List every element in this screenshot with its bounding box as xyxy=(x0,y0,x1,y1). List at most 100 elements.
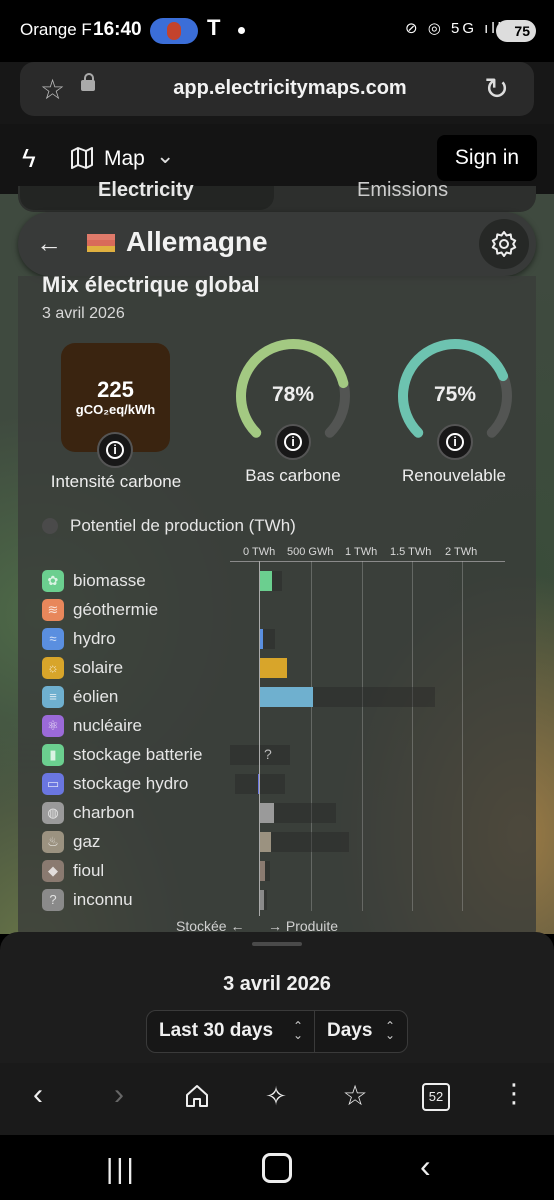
source-icon-glyph: ♨ xyxy=(47,834,59,849)
source-icon: ◆ xyxy=(42,860,64,882)
source-label: inconnu xyxy=(73,890,133,909)
source-icon-glyph: ✿ xyxy=(47,573,59,588)
source-icon: ▭ xyxy=(42,773,64,795)
source-label: fioul xyxy=(73,861,105,880)
select-divider xyxy=(314,1011,315,1052)
production-bar[interactable] xyxy=(260,803,274,823)
map-menu-label[interactable]: Map xyxy=(104,147,145,171)
source-label: biomasse xyxy=(73,571,146,590)
tabs-count-icon[interactable]: 52 xyxy=(422,1083,450,1111)
range-chevron-icon[interactable]: ⌃ ⌄ xyxy=(293,1020,303,1041)
range-select[interactable]: Last 30 days xyxy=(159,1020,273,1042)
source-icon: ☼ xyxy=(42,657,64,679)
forward-icon[interactable]: › xyxy=(99,1078,139,1112)
storage-capacity-bar xyxy=(230,745,260,765)
panel-title: Mix électrique global xyxy=(42,272,260,297)
source-icon-glyph: ≡ xyxy=(49,689,57,704)
recents-icon[interactable]: ||| xyxy=(106,1153,137,1185)
axis-baseline xyxy=(230,561,505,562)
source-icon-glyph: ☼ xyxy=(47,660,59,675)
lock-icon xyxy=(81,73,95,91)
notification-app-icon xyxy=(150,18,198,44)
axis-tick-0: 0 TWh xyxy=(243,546,276,558)
source-icon: ≡ xyxy=(42,686,64,708)
panel-date: 3 avril 2026 xyxy=(42,305,125,322)
source-icon-glyph: ◆ xyxy=(48,863,58,878)
renewable-info-icon[interactable]: i xyxy=(437,424,473,460)
signal-icons: ⊘ ◎ 5G ıll xyxy=(405,20,505,37)
selected-date: 3 avril 2026 xyxy=(223,973,331,995)
production-bar[interactable] xyxy=(260,571,272,591)
capacity-bar xyxy=(260,774,285,794)
home-nav-icon[interactable] xyxy=(262,1153,292,1183)
source-icon: ? xyxy=(42,889,64,911)
production-bar[interactable] xyxy=(260,658,287,678)
source-label: charbon xyxy=(73,803,135,822)
battery-icon: 75 xyxy=(496,20,536,42)
granularity-chevron-icon[interactable]: ⌃ ⌄ xyxy=(385,1020,395,1041)
source-icon-glyph: ▭ xyxy=(46,776,60,791)
production-bar[interactable] xyxy=(260,890,264,910)
source-label: stockage batterie xyxy=(73,745,203,764)
bolt-logo-icon[interactable]: ϟ xyxy=(22,143,36,174)
renewable-label: Renouvelable xyxy=(402,466,506,485)
bookmarks-star-icon[interactable]: ☆ xyxy=(335,1079,375,1112)
axis-tick-4: 2 TWh xyxy=(445,546,478,558)
granularity-select[interactable]: Days xyxy=(327,1020,372,1042)
url-text[interactable]: app.electricitymaps.com xyxy=(100,77,480,100)
sheet-drag-handle[interactable] xyxy=(252,942,302,946)
reload-icon[interactable]: ↻ xyxy=(484,72,509,107)
gridline xyxy=(412,561,413,911)
source-icon-glyph: ◍ xyxy=(47,805,59,820)
production-bar[interactable] xyxy=(260,687,313,707)
capacity-bar xyxy=(260,832,349,852)
production-toggle-dot[interactable] xyxy=(42,518,58,534)
zone-title: Allemagne xyxy=(126,226,268,257)
source-label: solaire xyxy=(73,658,124,677)
source-icon: ≋ xyxy=(42,599,64,621)
source-label: gaz xyxy=(73,832,101,851)
gridline xyxy=(462,561,463,911)
tab-electricity-label[interactable]: Electricity xyxy=(98,179,194,202)
source-icon: ♨ xyxy=(42,831,64,853)
gridline xyxy=(362,561,363,911)
source-icon: ≈ xyxy=(42,628,64,650)
back-nav-icon[interactable]: ‹ xyxy=(420,1148,431,1185)
source-icon: ✿ xyxy=(42,570,64,592)
more-menu-icon[interactable]: ⋮ xyxy=(494,1078,534,1109)
source-label: hydro xyxy=(73,629,116,648)
back-arrow-icon[interactable]: ← xyxy=(36,228,62,259)
low-carbon-info-icon[interactable]: i xyxy=(275,424,311,460)
clock: 16:40 xyxy=(93,19,142,40)
bookmark-star-icon[interactable]: ☆ xyxy=(40,73,65,106)
production-bar[interactable] xyxy=(260,832,271,852)
production-legend-label: Potentiel de production (TWh) xyxy=(70,516,296,535)
notification-dot-icon xyxy=(238,27,245,34)
tab-emissions-label[interactable]: Emissions xyxy=(357,179,448,202)
axis-tick-2: 1 TWh xyxy=(345,546,378,558)
tesla-icon: T xyxy=(207,15,221,40)
source-icon-glyph: ≋ xyxy=(47,602,59,617)
low-carbon-label: Bas carbone xyxy=(245,466,341,485)
map-icon[interactable] xyxy=(70,146,94,170)
sign-in-button[interactable]: Sign in xyxy=(437,135,537,181)
carrier-label: Orange F xyxy=(20,20,92,39)
back-icon[interactable]: ‹ xyxy=(18,1078,58,1112)
source-icon: ⚛ xyxy=(42,715,64,737)
source-icon-glyph: ⚛ xyxy=(47,718,59,733)
axis-tick-1: 500 GWh xyxy=(287,546,334,558)
source-icon-glyph: ▮ xyxy=(49,747,57,762)
carbon-intensity-info-icon[interactable]: i xyxy=(97,432,133,468)
gridline xyxy=(311,561,312,911)
production-bar[interactable] xyxy=(260,629,263,649)
source-icon-glyph: ? xyxy=(49,892,57,907)
source-icon-glyph: ≈ xyxy=(49,631,57,646)
production-bar[interactable] xyxy=(260,861,265,881)
source-icon: ▮ xyxy=(42,744,64,766)
chevron-down-icon[interactable]: ⌄ xyxy=(156,143,174,169)
settings-button[interactable] xyxy=(479,219,529,269)
flag-icon xyxy=(87,234,115,252)
sparkle-icon[interactable]: ✧ xyxy=(256,1081,296,1112)
home-icon[interactable] xyxy=(184,1083,210,1109)
unknown-value-marker: ? xyxy=(264,746,272,762)
